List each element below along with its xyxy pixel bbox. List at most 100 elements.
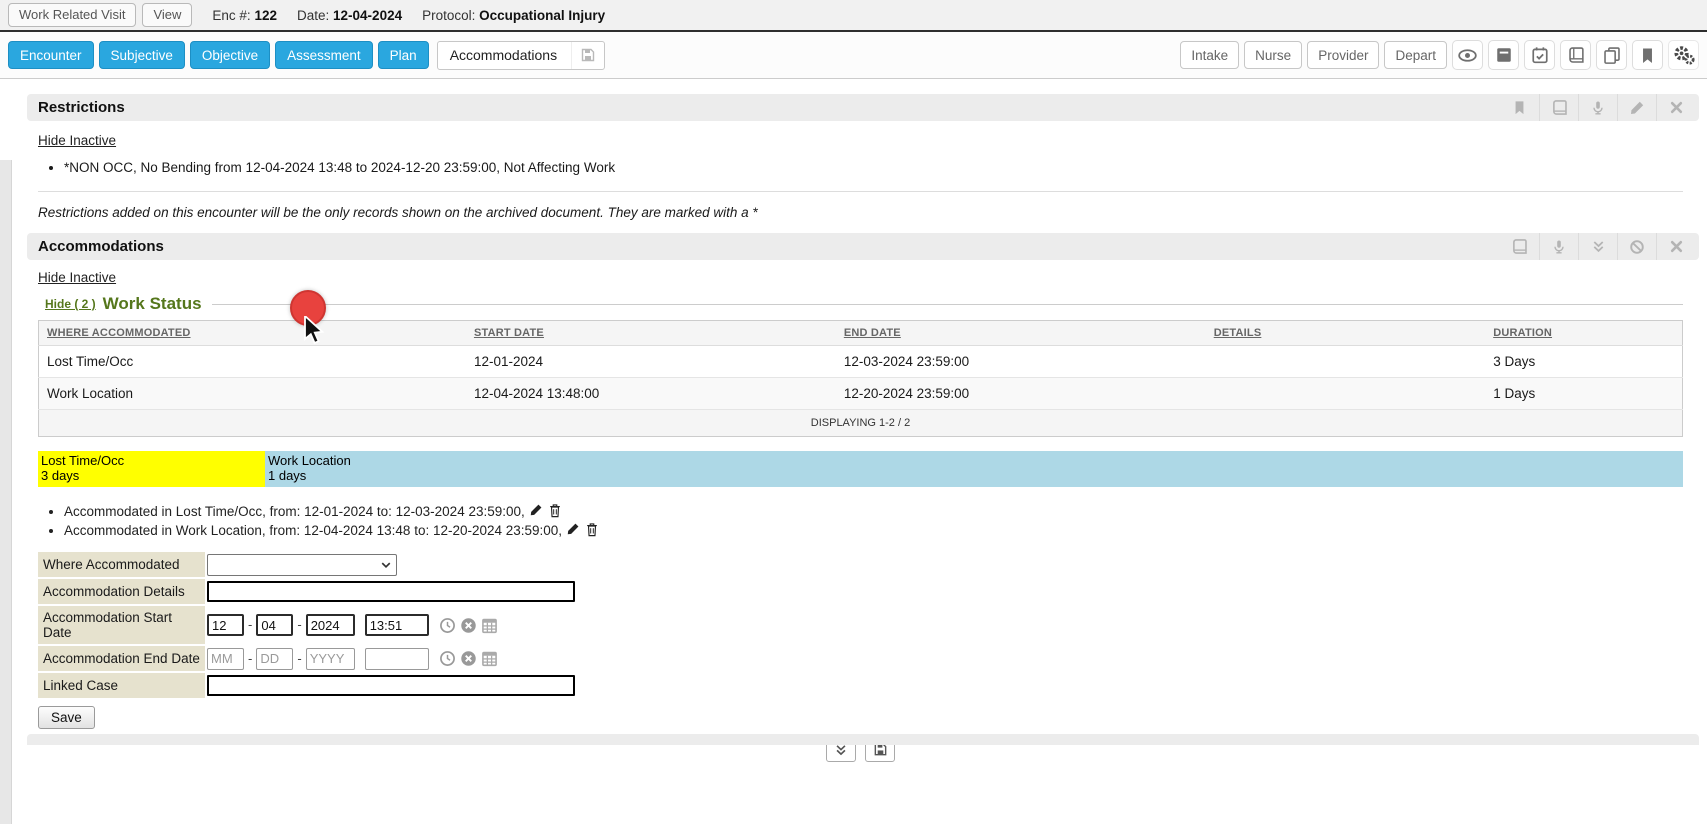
col-details[interactable]: DETAILS: [1206, 321, 1485, 346]
accommodation-entries: Accommodated in Lost Time/Occ, from: 12-…: [64, 501, 1683, 539]
col-start-date[interactable]: START DATE: [466, 321, 836, 346]
tab-bar: Encounter Subjective Objective Assessmen…: [0, 32, 1707, 79]
bookmark-icon[interactable]: [1500, 94, 1539, 121]
save-button[interactable]: Save: [38, 706, 95, 729]
work-status-table: WHERE ACCOMMODATED START DATE END DATE D…: [38, 320, 1683, 437]
end-time-input[interactable]: [365, 648, 429, 670]
date-separator: [248, 616, 252, 634]
restrictions-header: Restrictions: [27, 94, 1699, 121]
edit-icon[interactable]: [566, 522, 580, 537]
list-item: Accommodated in Lost Time/Occ, from: 12-…: [64, 501, 1683, 520]
depart-button[interactable]: Depart: [1384, 41, 1447, 69]
legend-line: [212, 304, 1683, 305]
calendar-check-icon[interactable]: [1524, 40, 1555, 70]
protocol: Protocol: Occupational Injury: [422, 8, 605, 23]
work-related-visit-button[interactable]: Work Related Visit: [8, 3, 136, 27]
top-bar: Work Related Visit View Enc #: 122 Date:…: [0, 0, 1707, 32]
copy-icon[interactable]: [1596, 40, 1627, 70]
divider: [38, 191, 1683, 192]
accommodation-timeline: Lost Time/Occ 3 days Work Location 1 day…: [38, 451, 1683, 487]
accommodation-form: Where Accommodated Accommodation Details…: [38, 552, 1683, 729]
save-document-icon[interactable]: [571, 42, 604, 69]
timeline-segment-lost-time[interactable]: Lost Time/Occ 3 days: [38, 451, 265, 487]
accommodation-end-date-label: Accommodation End Date: [38, 646, 205, 671]
ban-icon[interactable]: [1617, 233, 1656, 260]
work-status-hide-link[interactable]: Hide ( 2 ): [45, 297, 96, 311]
accommodations-header: Accommodations: [27, 233, 1699, 260]
delete-icon[interactable]: [548, 503, 562, 518]
tab-subjective[interactable]: Subjective: [99, 41, 185, 69]
table-row[interactable]: Lost Time/Occ 12-01-2024 12-03-2024 23:5…: [39, 346, 1683, 378]
linked-case-input[interactable]: [207, 675, 575, 696]
book-icon[interactable]: [1560, 40, 1591, 70]
mic-icon[interactable]: [1539, 233, 1578, 260]
provider-button[interactable]: Provider: [1307, 41, 1379, 69]
date-separator: [297, 650, 301, 668]
cell-where: Lost Time/Occ: [39, 346, 466, 378]
work-status-title: Work Status: [103, 294, 202, 314]
calendar-icon[interactable]: [481, 650, 498, 667]
table-header-row: WHERE ACCOMMODATED START DATE END DATE D…: [39, 321, 1683, 346]
mic-icon[interactable]: [1578, 94, 1617, 121]
cell-details: [1206, 378, 1485, 410]
start-day-input[interactable]: [256, 614, 293, 636]
table-row[interactable]: Work Location 12-04-2024 13:48:00 12-20-…: [39, 378, 1683, 410]
close-icon[interactable]: [1656, 94, 1695, 121]
timeline-segment-work-location[interactable]: Work Location 1 days: [265, 451, 1683, 487]
next-section-bar: [27, 734, 1699, 745]
clock-icon[interactable]: [439, 650, 456, 667]
tab-encounter[interactable]: Encounter: [8, 41, 94, 69]
nurse-button[interactable]: Nurse: [1244, 41, 1302, 69]
gears-icon[interactable]: [1668, 40, 1699, 70]
cell-start: 12-01-2024: [466, 346, 836, 378]
accommodation-start-date-label: Accommodation Start Date: [38, 606, 205, 644]
end-day-input[interactable]: [256, 648, 293, 670]
start-month-input[interactable]: [207, 614, 244, 636]
restrictions-list: *NON OCC, No Bending from 12-04-2024 13:…: [64, 158, 1683, 177]
eye-icon[interactable]: [1452, 40, 1483, 70]
where-accommodated-label: Where Accommodated: [38, 552, 205, 577]
accommodations-title: Accommodations: [38, 238, 1500, 255]
calendar-icon[interactable]: [481, 617, 498, 634]
start-year-input[interactable]: [306, 614, 355, 636]
cell-duration: 1 Days: [1485, 378, 1682, 410]
linked-case-label: Linked Case: [38, 673, 205, 698]
bookmark-icon[interactable]: [1632, 40, 1663, 70]
col-where-accommodated[interactable]: WHERE ACCOMMODATED: [39, 321, 466, 346]
archive-icon[interactable]: [1488, 40, 1519, 70]
date-separator: [248, 650, 252, 668]
start-time-input[interactable]: [365, 614, 429, 636]
tab-assessment[interactable]: Assessment: [275, 41, 373, 69]
book-icon[interactable]: [1539, 94, 1578, 121]
intake-button[interactable]: Intake: [1180, 41, 1239, 69]
app-window: Work Related Visit View Enc #: 122 Date:…: [0, 0, 1707, 745]
left-gutter: [0, 160, 12, 824]
date-separator: [297, 616, 301, 634]
accommodation-details-input[interactable]: [207, 581, 575, 602]
tab-objective[interactable]: Objective: [190, 41, 270, 69]
pencil-icon[interactable]: [1617, 94, 1656, 121]
table-pagination: DISPLAYING 1-2 / 2: [39, 410, 1683, 437]
delete-icon[interactable]: [585, 522, 599, 537]
where-accommodated-select[interactable]: [207, 554, 397, 576]
double-chevron-down-icon[interactable]: [1578, 233, 1617, 260]
restrictions-hide-inactive-link[interactable]: Hide Inactive: [38, 133, 116, 148]
edit-icon[interactable]: [529, 503, 543, 518]
end-month-input[interactable]: [207, 648, 244, 670]
cell-end: 12-03-2024 23:59:00: [836, 346, 1206, 378]
cursor-icon: [303, 316, 329, 346]
col-end-date[interactable]: END DATE: [836, 321, 1206, 346]
end-year-input[interactable]: [306, 648, 355, 670]
clock-icon[interactable]: [439, 617, 456, 634]
clear-icon[interactable]: [460, 650, 477, 667]
close-icon[interactable]: [1656, 233, 1695, 260]
clear-icon[interactable]: [460, 617, 477, 634]
accommodations-hide-inactive-link[interactable]: Hide Inactive: [38, 270, 116, 285]
main-content: Restrictions Hide Inactive *NON OCC, No …: [0, 79, 1707, 745]
book-icon[interactable]: [1500, 233, 1539, 260]
list-item: Accommodated in Work Location, from: 12-…: [64, 520, 1683, 539]
tab-plan[interactable]: Plan: [378, 41, 429, 69]
col-duration[interactable]: DURATION: [1485, 321, 1682, 346]
encounter-number: Enc #: 122: [212, 8, 277, 23]
view-button[interactable]: View: [142, 3, 192, 27]
